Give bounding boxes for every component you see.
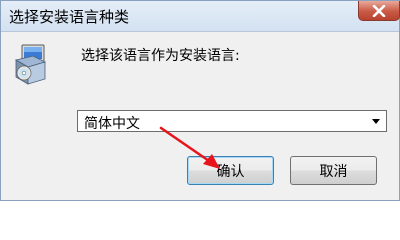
ok-button[interactable]: 确认 — [187, 156, 274, 185]
language-select[interactable]: 简体中文 — [77, 110, 387, 132]
prompt-label: 选择该语言作为安装语言: — [81, 48, 240, 64]
language-select-value: 简体中文 — [84, 116, 140, 132]
title-bar[interactable]: 选择安装语言种类 — [1, 1, 399, 32]
window-title: 选择安装语言种类 — [9, 8, 130, 26]
installer-package-icon — [14, 44, 47, 85]
language-dialog-window: 选择安装语言种类 选择该语言作为安装语言: 简体中文 确认 取消 — [0, 0, 400, 201]
close-icon — [372, 4, 386, 17]
chevron-down-icon[interactable] — [372, 119, 380, 124]
cancel-button[interactable]: 取消 — [290, 156, 377, 185]
close-button[interactable] — [358, 1, 400, 21]
